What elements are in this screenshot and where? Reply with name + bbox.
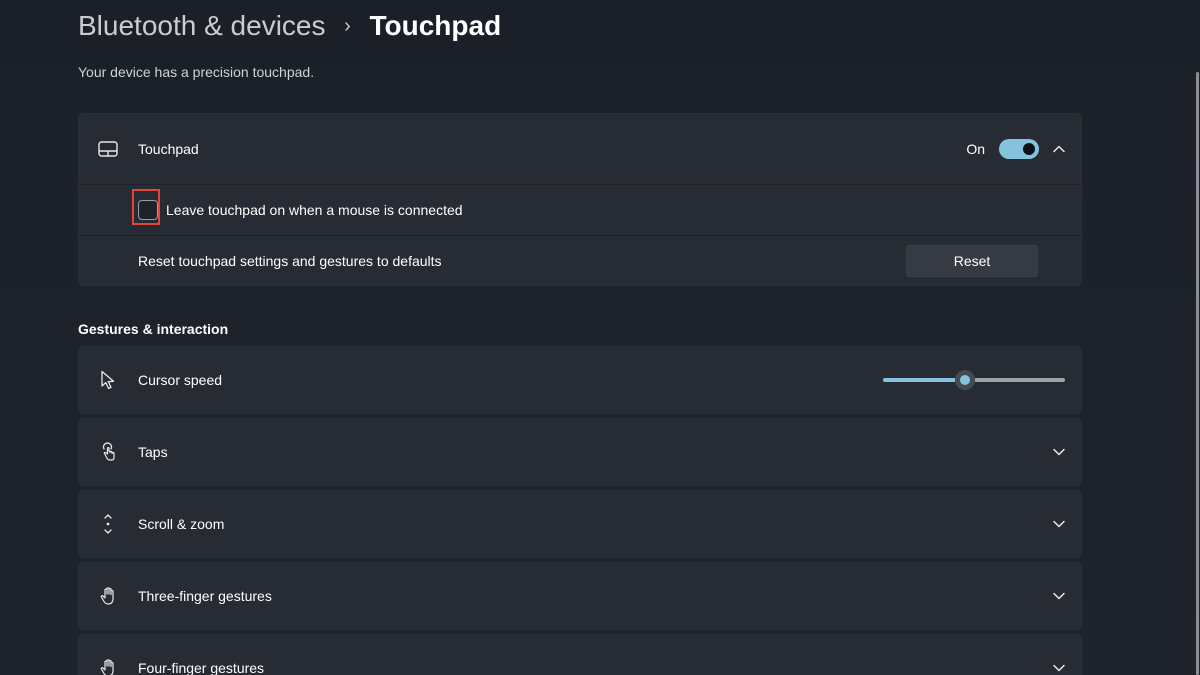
page-scrollbar[interactable] [1196,72,1199,675]
scroll-zoom-card[interactable]: Scroll & zoom [78,490,1082,558]
cursor-speed-card: Cursor speed [78,346,1082,414]
chevron-down-icon[interactable] [1051,588,1067,604]
slider-thumb-center [960,375,970,385]
four-finger-card[interactable]: Four-finger gestures [78,634,1082,675]
page-subtitle: Your device has a precision touchpad. [78,64,315,80]
three-finger-row[interactable]: Three-finger gestures [79,563,1081,629]
slider-track-empty [974,378,1065,382]
cursor-speed-row: Cursor speed [79,347,1081,413]
section-title-gestures: Gestures & interaction [78,321,229,337]
cursor-speed-label: Cursor speed [138,372,223,388]
touchpad-header-row[interactable]: Touchpad On [79,114,1081,184]
cursor-icon [97,369,119,391]
leave-touchpad-on-label[interactable]: Leave touchpad on when a mouse is connec… [166,202,463,218]
breadcrumb-separator: › [344,14,351,37]
four-finger-row[interactable]: Four-finger gestures [79,635,1081,675]
breadcrumb: Bluetooth & devices › Touchpad [78,8,501,44]
chevron-down-icon[interactable] [1051,444,1067,460]
touchpad-toggle[interactable] [999,139,1039,159]
leave-touchpad-on-checkbox[interactable] [138,200,158,220]
scroll-zoom-row[interactable]: Scroll & zoom [79,491,1081,557]
three-finger-card[interactable]: Three-finger gestures [78,562,1082,630]
scroll-zoom-label: Scroll & zoom [138,516,225,532]
touchpad-label: Touchpad [138,141,199,157]
hand-icon [97,657,119,675]
four-finger-label: Four-finger gestures [138,660,265,675]
reset-row: Reset touchpad settings and gestures to … [79,236,1081,286]
touchpad-icon [97,138,119,160]
toggle-state-text: On [966,141,985,157]
slider-track-filled [883,378,956,382]
chevron-up-icon[interactable] [1051,141,1067,157]
reset-button[interactable]: Reset [906,245,1038,277]
hand-icon [97,585,119,607]
taps-label: Taps [138,444,168,460]
tap-icon [97,441,119,463]
taps-card[interactable]: Taps [78,418,1082,486]
three-finger-label: Three-finger gestures [138,588,272,604]
page-title: Touchpad [369,10,502,41]
breadcrumb-parent-link[interactable]: Bluetooth & devices [78,10,326,42]
leave-touchpad-on-row: Leave touchpad on when a mouse is connec… [79,185,1081,235]
touchpad-card: Touchpad On Leave touchpad on when a mou… [78,113,1082,286]
chevron-down-icon[interactable] [1051,660,1067,675]
toggle-knob [1023,143,1035,155]
taps-row[interactable]: Taps [79,419,1081,485]
cursor-speed-slider[interactable] [883,370,1065,390]
reset-row-label: Reset touchpad settings and gestures to … [138,253,442,269]
scroll-icon [97,513,119,535]
slider-thumb[interactable] [955,370,975,390]
chevron-down-icon[interactable] [1051,516,1067,532]
